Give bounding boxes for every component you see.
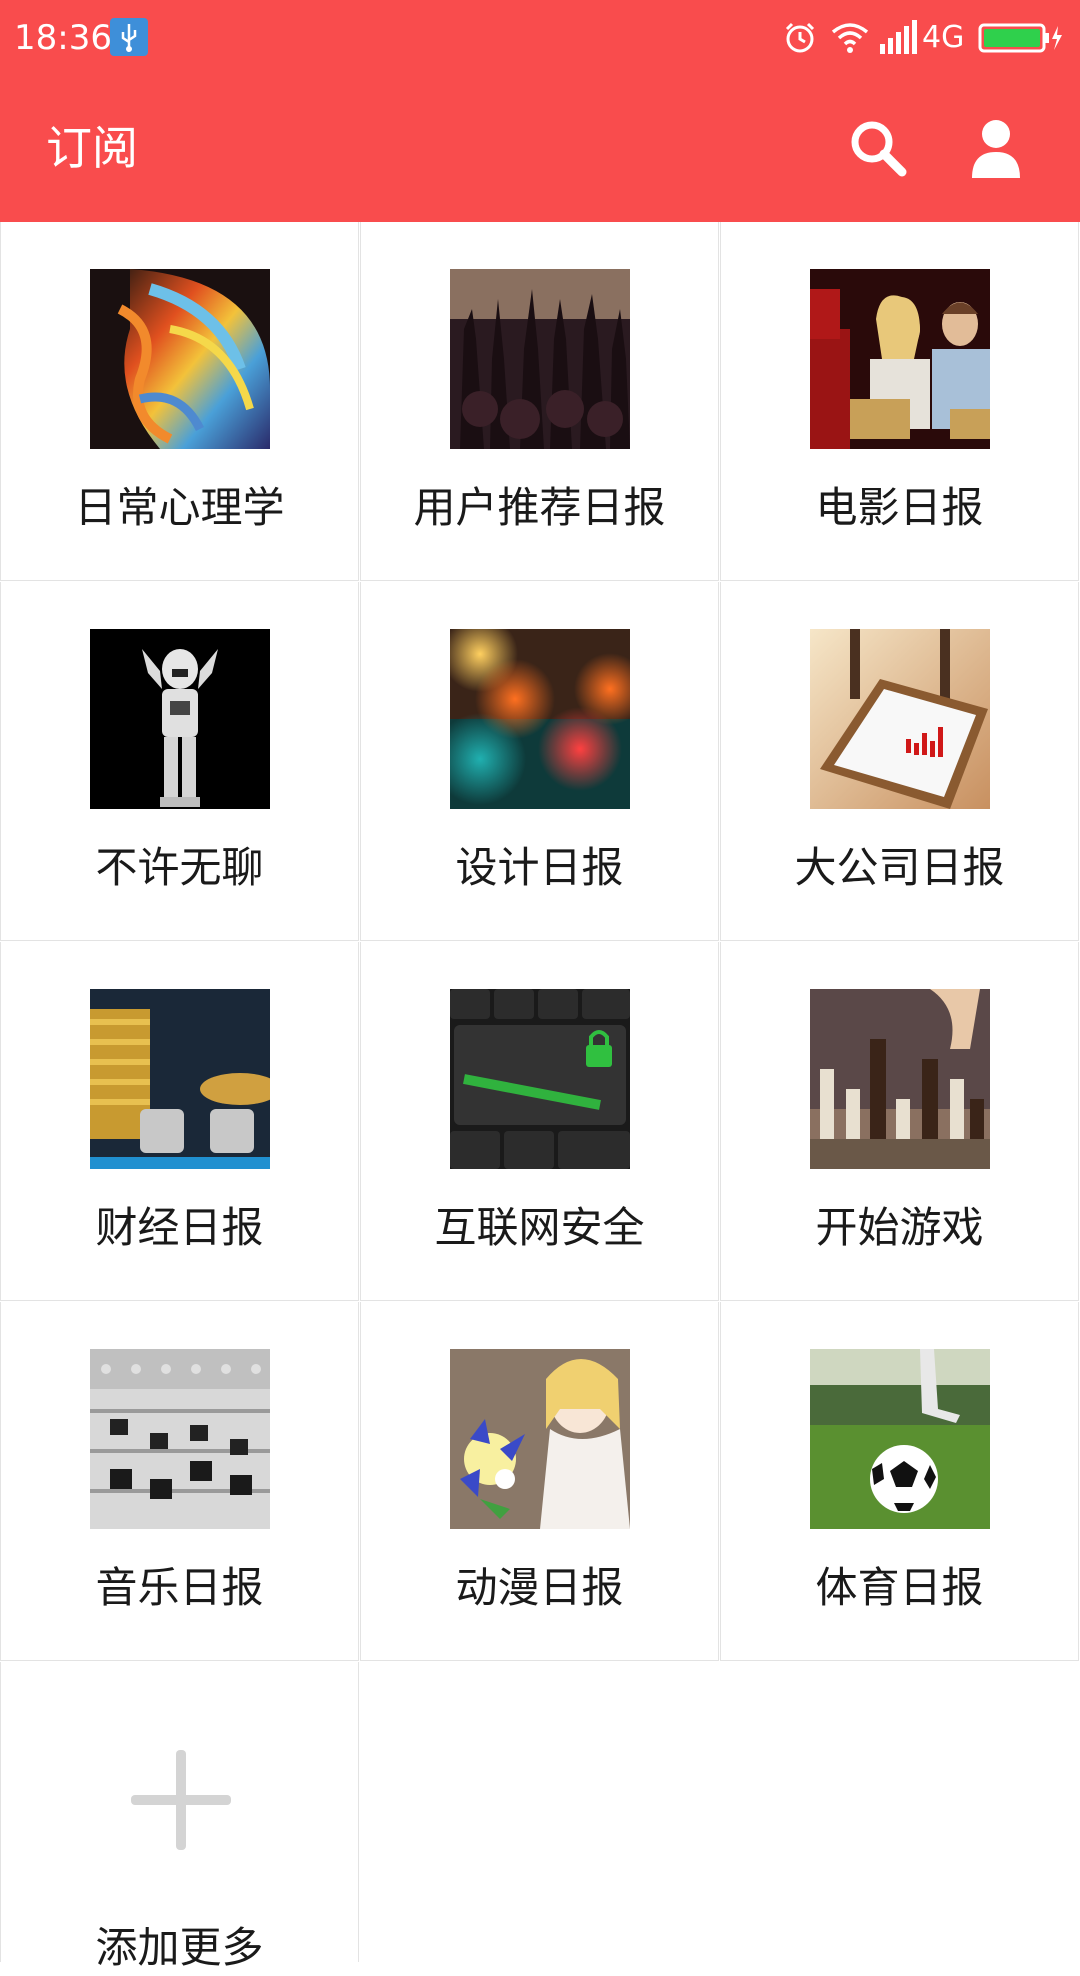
- subscription-item[interactable]: 用户推荐日报: [360, 222, 719, 581]
- subscription-label: 财经日报: [95, 1203, 264, 1252]
- add-more-label: 添加更多: [95, 1923, 264, 1972]
- soccer-ball-on-grass-image: [810, 1349, 990, 1529]
- subscription-item[interactable]: 财经日报: [0, 942, 359, 1301]
- subscription-label: 日常心理学: [74, 483, 285, 532]
- subscription-item[interactable]: 日常心理学: [0, 222, 359, 581]
- anime-girl-bouquet-image: [450, 1349, 630, 1529]
- account-icon: [972, 120, 1020, 178]
- page-title: 订阅: [46, 121, 138, 175]
- subscription-item[interactable]: 设计日报: [360, 582, 719, 941]
- subscription-label: 大公司日报: [794, 843, 1005, 892]
- concert-crowd-image: [450, 269, 630, 449]
- subscription-item[interactable]: 电影日报: [720, 222, 1079, 581]
- coins-buy-sell-dice-image: [90, 989, 270, 1169]
- subscription-label: 电影日报: [815, 483, 984, 532]
- couple-in-cinema-image: [810, 269, 990, 449]
- subscription-label: 动漫日报: [455, 1563, 624, 1612]
- mixing-console-image: [90, 1349, 270, 1529]
- subscription-item[interactable]: 大公司日报: [720, 582, 1079, 941]
- subscription-item[interactable]: 动漫日报: [360, 1302, 719, 1661]
- app-bar: 订阅: [0, 76, 1080, 222]
- colorful-face-art-image: [90, 269, 270, 449]
- signal-icon: [878, 20, 918, 60]
- subscription-item[interactable]: 互联网安全: [360, 942, 719, 1301]
- protection-keyboard-key-image: [450, 989, 630, 1169]
- alarm-icon: [782, 20, 818, 60]
- account-button[interactable]: [964, 116, 1028, 180]
- bokeh-lights-image: [450, 629, 630, 809]
- subscription-item[interactable]: 开始游戏: [720, 942, 1079, 1301]
- battery-icon: [978, 22, 1068, 58]
- search-button[interactable]: [846, 116, 910, 180]
- subscription-label: 音乐日报: [95, 1563, 264, 1612]
- subscription-item[interactable]: 体育日报: [720, 1302, 1079, 1661]
- status-time: 18:36: [14, 18, 112, 58]
- subscription-label: 设计日报: [455, 843, 624, 892]
- plus-icon: [131, 1750, 231, 1850]
- wifi-icon: [830, 20, 870, 60]
- chess-pieces-image: [810, 989, 990, 1169]
- subscription-label: 互联网安全: [434, 1203, 645, 1252]
- subscription-label: 开始游戏: [815, 1203, 984, 1252]
- subscription-label: 不许无聊: [95, 843, 264, 892]
- subscription-item[interactable]: 不许无聊: [0, 582, 359, 941]
- subscription-label: 体育日报: [815, 1563, 984, 1612]
- stormtrooper-figure-image: [90, 629, 270, 809]
- status-bar: 18:36 4G: [0, 0, 1080, 76]
- tablet-with-chart-image: [810, 629, 990, 809]
- subscription-item[interactable]: 音乐日报: [0, 1302, 359, 1661]
- usb-icon: [110, 18, 148, 56]
- add-more-button[interactable]: 添加更多: [0, 1662, 359, 1972]
- subscription-label: 用户推荐日报: [413, 483, 666, 532]
- search-icon: [851, 121, 907, 177]
- network-type: 4G: [922, 20, 965, 55]
